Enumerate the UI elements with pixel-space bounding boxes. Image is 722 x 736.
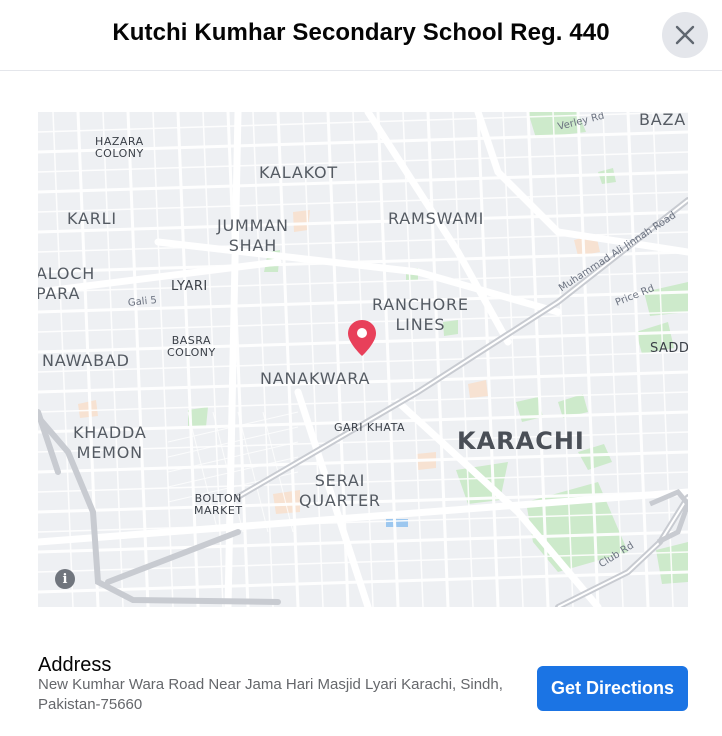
- location-map[interactable]: HAZARA COLONY KALAKOT KARLI JUMMAN SHAH …: [38, 112, 688, 607]
- label-gari-khata: GARI KHATA: [334, 421, 405, 434]
- close-button[interactable]: [662, 12, 708, 58]
- label-bolton-market: BOLTON MARKET: [194, 492, 243, 518]
- label-saddar: SADD: [650, 341, 688, 356]
- label-ramswami: RAMSWAMI: [388, 209, 485, 228]
- close-icon: [675, 25, 695, 45]
- label-nawabad: NAWABAD: [42, 351, 130, 370]
- label-karli: KARLI: [67, 209, 117, 228]
- label-karachi: KARACHI: [457, 427, 585, 455]
- label-kalakot: KALAKOT: [259, 163, 338, 182]
- label-baza: BAZA: [639, 112, 687, 129]
- dialog-title: Kutchi Kumhar Secondary School Reg. 440: [112, 19, 610, 46]
- info-icon[interactable]: i: [55, 569, 75, 589]
- label-hazara-colony: HAZARA COLONY: [95, 135, 144, 161]
- label-lyari: LYARI: [171, 279, 208, 294]
- label-jumman-shah: JUMMAN SHAH: [217, 216, 289, 255]
- label-khadda-memon: KHADDA MEMON: [73, 423, 147, 462]
- dialog-header: Kutchi Kumhar Secondary School Reg. 440: [0, 0, 722, 71]
- address-heading: Address: [38, 654, 112, 676]
- address-text: New Kumhar Wara Road Near Jama Hari Masj…: [38, 676, 503, 713]
- get-directions-button[interactable]: Get Directions: [537, 666, 688, 711]
- label-serai-quarter: SERAI QUARTER: [299, 471, 381, 510]
- label-basra-colony: BASRA COLONY: [167, 334, 216, 360]
- label-baloch-para: ALOCH PARA: [38, 264, 96, 303]
- label-ranchore-lines: RANCHORE LINES: [372, 295, 469, 334]
- map-base: [38, 112, 688, 607]
- label-nanakwara: NANAKWARA: [260, 369, 371, 388]
